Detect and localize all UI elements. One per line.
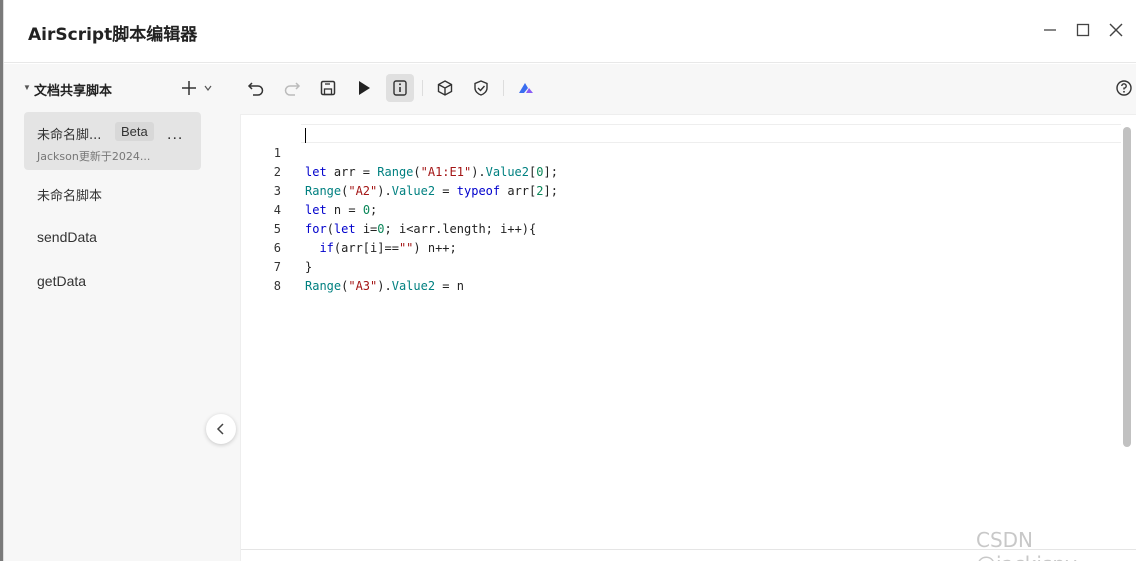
title-bar: AirScript脚本编辑器 (4, 0, 1136, 63)
permission-button[interactable] (467, 74, 495, 102)
code-line: 2 Range("A2").Value2 = typeof arr[2]; (241, 144, 1121, 198)
undo-button[interactable] (242, 74, 270, 102)
close-icon (1109, 23, 1123, 37)
script-item[interactable]: 未命名脚本 (24, 182, 201, 206)
code-line: 7 Range("A3").Value2 = n (241, 239, 1121, 293)
toolbar-divider (422, 80, 423, 96)
script-item-getdata[interactable]: getData (24, 270, 201, 294)
run-button[interactable] (350, 74, 378, 102)
add-script-button[interactable] (180, 76, 216, 100)
script-updated-info: Jackson更新于2024... (37, 150, 151, 163)
maximize-icon (1076, 23, 1090, 37)
sidebar-section-title[interactable]: 文档共享脚本 (34, 80, 112, 99)
toolbar-divider (503, 80, 504, 96)
code-line: 3 let n = 0; (241, 163, 1121, 217)
sidebar-header: ▼ 文档共享脚本 (4, 76, 220, 100)
info-button[interactable] (386, 74, 414, 102)
redo-button[interactable] (278, 74, 306, 102)
save-icon (320, 80, 336, 96)
watermark: CSDN @jackispy (976, 528, 1077, 561)
more-options-button[interactable]: ... (167, 126, 183, 144)
maximize-button[interactable] (1071, 18, 1095, 42)
run-icon (359, 81, 370, 95)
editor-window: AirScript脚本编辑器 ▼ 文档共享脚本 未命名脚... Beta ...… (3, 0, 1136, 561)
editor-panel: 1 let arr = Range("A1:E1").Value2[0]; 2 … (220, 64, 1136, 561)
script-name: 未命名脚本 (37, 189, 103, 204)
code-line: 6 } (241, 220, 1121, 274)
airscript-button[interactable] (512, 74, 540, 102)
info-icon (393, 80, 407, 96)
shield-icon (474, 80, 488, 96)
code-line: 5 if(arr[i]=="") n++; (241, 201, 1121, 255)
code-editor[interactable]: 1 let arr = Range("A1:E1").Value2[0]; 2 … (240, 114, 1136, 561)
plus-icon (182, 81, 196, 95)
chevron-left-icon (216, 423, 224, 435)
caret-down-icon[interactable]: ▼ (23, 83, 31, 92)
code-line: 8 (241, 258, 1121, 293)
window-title: AirScript脚本编辑器 (28, 25, 198, 45)
script-name: getData (37, 273, 87, 289)
code-line: 4 for(let i=0; i<arr.length; i++){ (241, 182, 1121, 236)
help-icon (1116, 80, 1132, 96)
code-text: Range("A3").Value2 = n (305, 279, 464, 293)
package-button[interactable] (431, 74, 459, 102)
vertical-scrollbar[interactable] (1123, 127, 1131, 447)
save-button[interactable] (314, 74, 342, 102)
code-line: 1 let arr = Range("A1:E1").Value2[0]; (241, 125, 1121, 179)
help-button[interactable] (1110, 74, 1136, 102)
undo-icon (247, 82, 264, 96)
close-button[interactable] (1104, 18, 1128, 42)
minimize-button[interactable] (1038, 18, 1062, 42)
script-item-senddata[interactable]: sendData (24, 226, 201, 250)
line-number: 8 (273, 279, 281, 293)
script-sidebar: ▼ 文档共享脚本 未命名脚... Beta ... Jackson更新于2024… (4, 64, 220, 561)
script-name: sendData (37, 229, 97, 245)
collapse-sidebar-button[interactable] (206, 414, 236, 444)
chevron-down-icon (204, 85, 212, 91)
cube-icon (437, 80, 453, 96)
beta-badge: Beta (115, 122, 154, 141)
script-item-active[interactable]: 未命名脚... Beta ... Jackson更新于2024... (24, 112, 201, 170)
minimize-icon (1044, 29, 1056, 31)
editor-toolbar (220, 64, 1136, 112)
redo-icon (284, 82, 301, 96)
script-name: 未命名脚... (37, 128, 102, 143)
airscript-logo-icon (519, 83, 533, 93)
